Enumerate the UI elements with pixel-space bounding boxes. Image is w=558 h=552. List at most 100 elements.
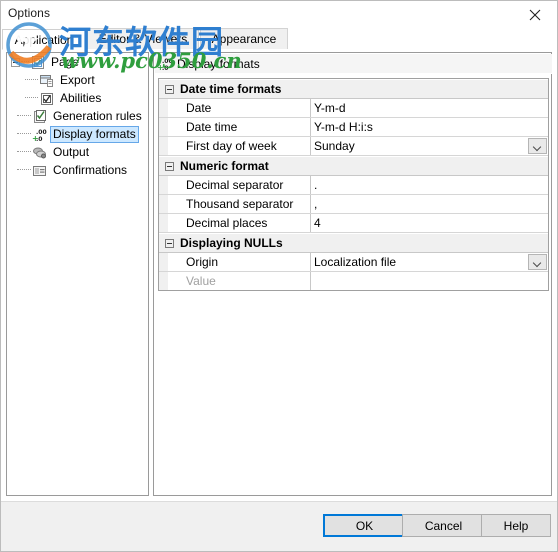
tab-appearance-label: Appearance — [211, 32, 277, 46]
first-day-of-week-dropdown-button[interactable] — [528, 138, 547, 154]
row-gutter — [159, 137, 169, 155]
tree-connector — [25, 79, 38, 81]
tree-item-confirmations-label: Confirmations — [53, 162, 128, 177]
page-icon — [30, 55, 46, 70]
row-date-label: Date — [169, 99, 311, 117]
tree-item-display-formats-label: Display formats — [50, 125, 139, 143]
chevron-down-icon — [534, 260, 541, 264]
options-tree[interactable]: Page Export Abilities Generation rules .… — [6, 52, 149, 496]
ok-button[interactable]: OK — [323, 514, 406, 537]
tree-item-display-formats[interactable]: .00 .0 + Display formats — [7, 125, 148, 143]
generation-rules-icon — [32, 109, 48, 124]
tree-connector — [17, 151, 31, 153]
tab-application[interactable]: Application — [2, 29, 86, 50]
collapse-icon[interactable] — [165, 84, 174, 94]
row-first-day-of-week-value[interactable]: Sunday — [311, 137, 548, 155]
display-formats-icon: .00 .0 + — [157, 56, 174, 72]
row-gutter — [159, 118, 169, 136]
tab-appearance[interactable]: Appearance — [200, 28, 288, 49]
row-decimal-places[interactable]: Decimal places 4 — [159, 214, 548, 233]
chevron-down-icon — [534, 144, 541, 148]
row-date-time[interactable]: Date time Y-m-d H:i:s — [159, 118, 548, 137]
origin-text: Localization file — [314, 255, 397, 269]
group-header-date-time-formats[interactable]: Date time formats — [159, 79, 548, 99]
svg-text:+: + — [157, 63, 164, 71]
tree-connector — [21, 61, 29, 63]
tree-connector — [17, 133, 31, 135]
help-button[interactable]: Help — [481, 514, 551, 537]
group-title: Numeric format — [180, 159, 269, 173]
settings-panel: .00 .0 + Display formats Date time forma… — [153, 52, 552, 496]
title-bar: Options — [1, 1, 557, 28]
row-decimal-separator-label: Decimal separator — [169, 176, 311, 194]
row-origin[interactable]: Origin Localization file — [159, 253, 548, 272]
panel-header: .00 .0 + Display formats — [155, 54, 552, 74]
group-title: Displaying NULLs — [180, 236, 283, 250]
collapse-icon[interactable] — [165, 238, 174, 248]
row-first-day-of-week-label: First day of week — [169, 137, 311, 155]
group-header-displaying-nulls[interactable]: Displaying NULLs — [159, 233, 548, 253]
tree-item-confirmations[interactable]: Confirmations — [7, 161, 148, 179]
row-decimal-places-value[interactable]: 4 — [311, 214, 548, 232]
tab-editor-viewers[interactable]: Editor & Viewers — [87, 28, 199, 49]
tree-item-abilities[interactable]: Abilities — [7, 89, 148, 107]
tab-application-label: Application — [14, 32, 74, 47]
row-decimal-separator-value[interactable]: . — [311, 176, 548, 194]
group-header-numeric-format[interactable]: Numeric format — [159, 156, 548, 176]
tree-connector — [17, 115, 31, 117]
options-dialog: Options Application Editor & Viewers App… — [0, 0, 558, 552]
tree-connector — [17, 169, 31, 171]
row-origin-value[interactable]: Localization file — [311, 253, 548, 271]
svg-text:+: + — [32, 134, 39, 142]
row-gutter — [159, 253, 169, 271]
row-gutter — [159, 176, 169, 194]
display-formats-icon: .00 .0 + — [32, 127, 48, 143]
tree-item-output-label: Output — [53, 144, 90, 159]
group-title: Date time formats — [180, 82, 282, 96]
help-button-label: Help — [503, 518, 529, 533]
first-day-of-week-text: Sunday — [314, 139, 355, 153]
row-first-day-of-week[interactable]: First day of week Sunday — [159, 137, 548, 156]
row-thousand-separator-value[interactable]: , — [311, 195, 548, 213]
origin-dropdown-button[interactable] — [528, 254, 547, 270]
tree-item-export-label: Export — [60, 72, 95, 87]
row-thousand-separator[interactable]: Thousand separator , — [159, 195, 548, 214]
tab-editor-viewers-label: Editor & Viewers — [98, 32, 188, 46]
output-icon — [32, 145, 48, 160]
window-title: Options — [8, 6, 51, 20]
tree-item-generation-rules-label: Generation rules — [53, 108, 142, 123]
row-date-time-value[interactable]: Y-m-d H:i:s — [311, 118, 548, 136]
row-value: Value — [159, 272, 548, 290]
tree-item-page[interactable]: Page — [7, 53, 148, 71]
row-gutter — [159, 214, 169, 232]
collapse-icon[interactable] — [165, 161, 174, 171]
row-date-time-label: Date time — [169, 118, 311, 136]
row-date[interactable]: Date Y-m-d — [159, 99, 548, 118]
tree-item-export[interactable]: Export — [7, 71, 148, 89]
confirmations-icon — [32, 163, 48, 178]
row-decimal-separator[interactable]: Decimal separator . — [159, 176, 548, 195]
abilities-icon — [39, 91, 55, 106]
row-gutter — [159, 99, 169, 117]
tab-strip: Application Editor & Viewers Appearance — [1, 28, 557, 50]
tree-item-page-label: Page — [51, 54, 80, 69]
tree-item-generation-rules[interactable]: Generation rules — [7, 107, 148, 125]
row-origin-label: Origin — [169, 253, 311, 271]
row-thousand-separator-label: Thousand separator — [169, 195, 311, 213]
expander-page[interactable] — [11, 57, 20, 67]
panel-header-label: Display formats — [177, 56, 260, 71]
ok-button-label: OK — [355, 518, 374, 533]
row-gutter — [159, 195, 169, 213]
row-decimal-places-label: Decimal places — [169, 214, 311, 232]
row-value-label: Value — [169, 272, 311, 290]
settings-grid: Date time formats Date Y-m-d Date time Y… — [158, 78, 549, 291]
tree-item-abilities-label: Abilities — [60, 90, 102, 105]
close-button[interactable] — [512, 1, 557, 28]
tree-item-output[interactable]: Output — [7, 143, 148, 161]
button-bar: OK Cancel Help — [1, 502, 557, 551]
cancel-button[interactable]: Cancel — [402, 514, 485, 537]
row-date-value[interactable]: Y-m-d — [311, 99, 548, 117]
row-value-value — [311, 272, 548, 290]
dialog-content: Page Export Abilities Generation rules .… — [1, 49, 557, 499]
close-icon — [529, 9, 541, 21]
